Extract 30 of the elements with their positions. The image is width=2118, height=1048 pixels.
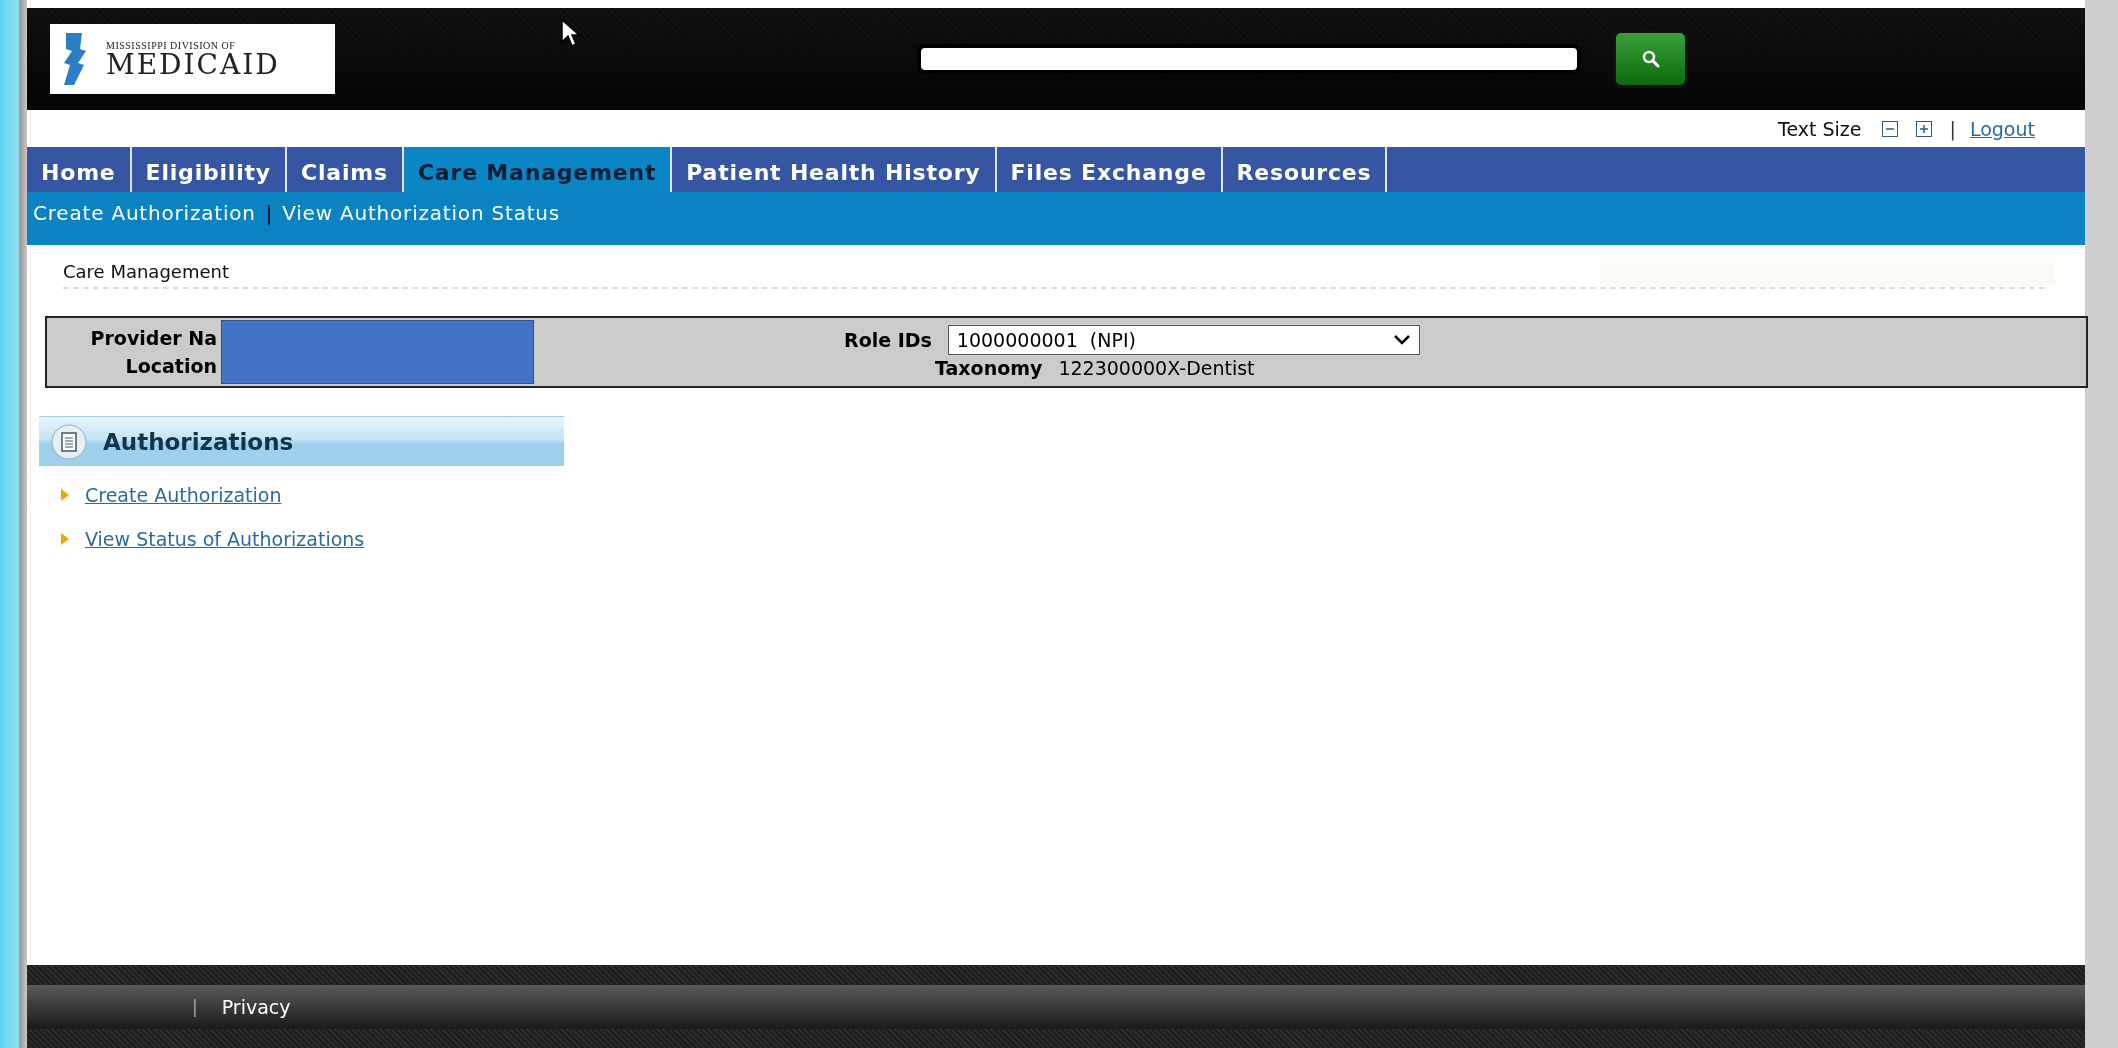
location-label: Location (125, 355, 217, 377)
subnav-link[interactable]: View Authorization Status (282, 200, 561, 225)
logo-title: MEDICAID (106, 50, 280, 79)
nav-tab[interactable]: Care Management (403, 147, 673, 192)
taxonomy-label: Taxonomy (935, 357, 1043, 379)
clipboard-icon (51, 423, 87, 460)
separator: | (192, 996, 198, 1017)
authorization-link[interactable]: View Status of Authorizations (85, 528, 365, 550)
triangle-bullet-icon (61, 533, 69, 545)
search-field[interactable] (917, 44, 1581, 74)
medicaid-logo[interactable]: MISSISSIPPI DIVISION OF MEDICAID (50, 24, 335, 94)
section-title: Authorizations (103, 428, 294, 455)
footer-link[interactable]: Privacy (221, 995, 291, 1018)
provider-name-label: Provider Na (90, 327, 217, 349)
chevron-down-icon (1392, 334, 1411, 346)
authorization-link[interactable]: Create Authorization (85, 484, 282, 506)
logo-subtitle: MISSISSIPPI DIVISION OF (106, 39, 237, 51)
role-ids-label: Role IDs (844, 329, 932, 351)
search-icon (1640, 49, 1661, 69)
text-size-label: Text Size (1778, 117, 1862, 140)
separator: | (265, 201, 273, 224)
logout-link[interactable]: Logout (1969, 117, 2035, 140)
separator: | (1949, 117, 1956, 140)
breadcrumb: Care Management (63, 260, 229, 282)
taxonomy-value: 122300000X-Dentist (1058, 357, 1255, 379)
triangle-bullet-icon (61, 489, 69, 501)
subnav-link[interactable]: Create Authorization (33, 200, 256, 225)
cursor-icon (560, 18, 580, 48)
role-id-select[interactable]: 1000000001 (NPI) (947, 325, 1420, 355)
search-button[interactable] (1613, 30, 1688, 88)
